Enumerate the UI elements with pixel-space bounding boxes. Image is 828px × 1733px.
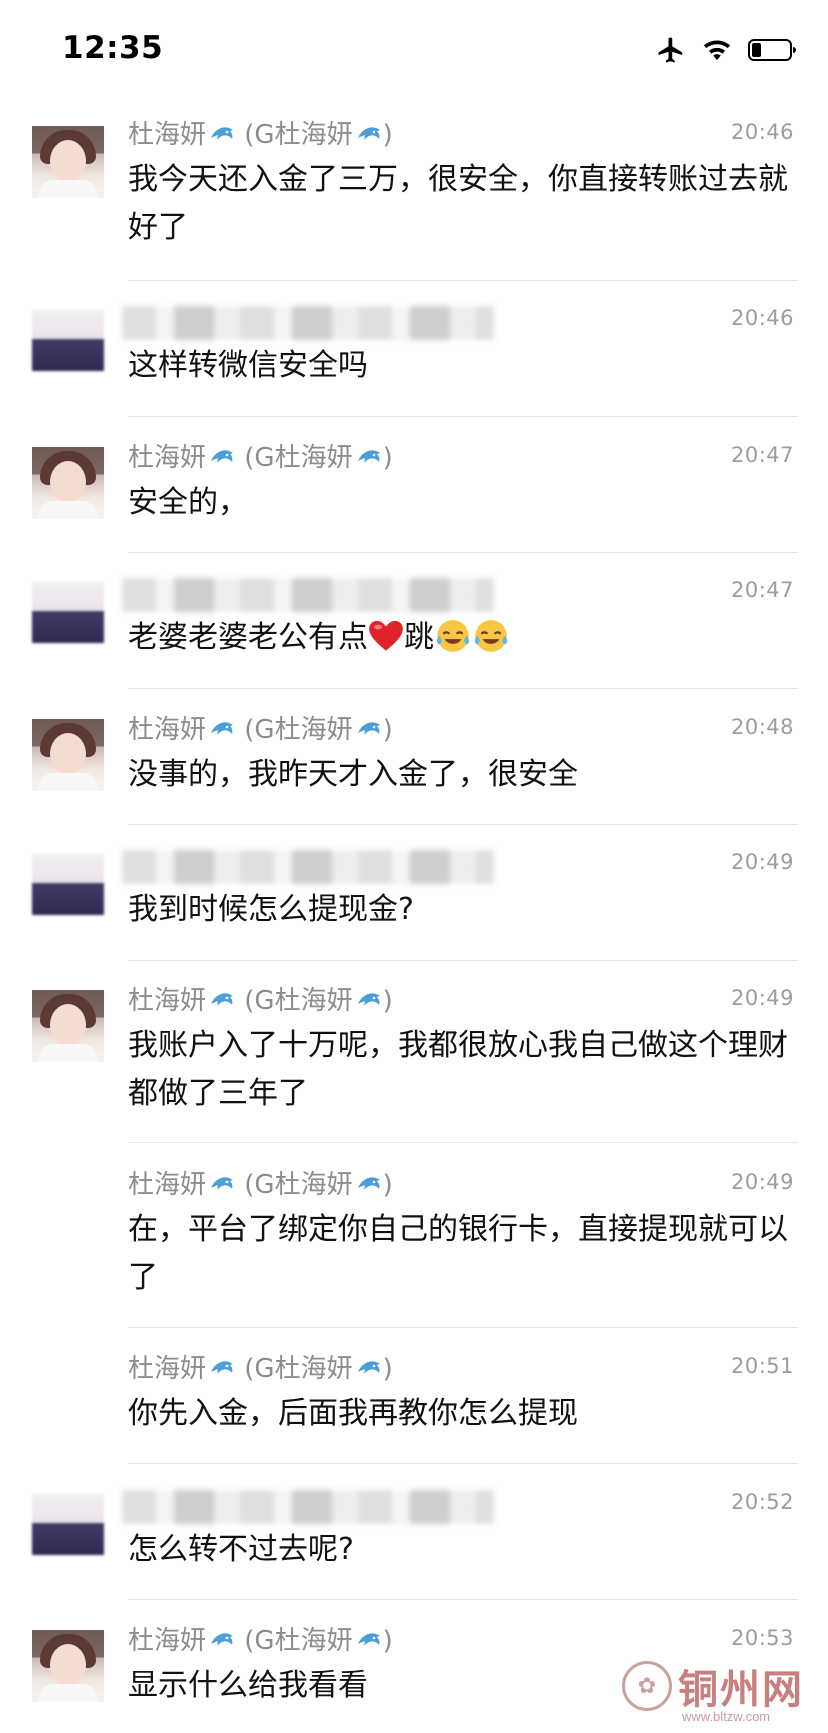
- message-text-part: 跳: [404, 620, 434, 655]
- avatar[interactable]: [32, 1494, 104, 1566]
- divider: [128, 552, 798, 553]
- dolphin-icon: [211, 1633, 234, 1646]
- divider: [128, 1327, 798, 1328]
- dolphin-icon: [357, 1633, 380, 1646]
- avatar[interactable]: [32, 126, 104, 198]
- divider: [128, 1142, 798, 1143]
- dolphin-icon: [211, 450, 234, 463]
- message-time: 20:53: [730, 1626, 794, 1650]
- avatar[interactable]: [32, 310, 104, 382]
- dolphin-icon: [211, 722, 234, 735]
- heart-emoji: [369, 620, 403, 651]
- crying-laughing-emoji: [436, 620, 470, 652]
- blurred-sender-name: [122, 306, 494, 340]
- dolphin-icon: [357, 1177, 380, 1190]
- avatar[interactable]: [32, 719, 104, 791]
- dolphin-icon: [357, 722, 380, 735]
- divider: [128, 688, 798, 689]
- chat-message-list[interactable]: 杜海妍 (G杜海妍) 20:46 我今天还入金了三万，很安全，你直接转账过去就好…: [0, 0, 828, 1733]
- divider: [128, 960, 798, 961]
- divider: [128, 1599, 798, 1600]
- message-time: 20:49: [730, 986, 794, 1010]
- dolphin-icon: [211, 127, 234, 140]
- sender-name[interactable]: 杜海妍 (G杜海妍): [128, 1168, 393, 1202]
- message-time: 20:52: [730, 1490, 794, 1514]
- message-text-part: 老婆老婆老公有点: [128, 620, 368, 655]
- message-text[interactable]: 我到时候怎么提现金?: [128, 886, 788, 934]
- avatar[interactable]: [32, 854, 104, 926]
- message-time: 20:47: [730, 578, 794, 602]
- message-time: 20:46: [730, 306, 794, 330]
- sender-name[interactable]: 杜海妍 (G杜海妍): [128, 118, 393, 152]
- avatar[interactable]: [32, 582, 104, 654]
- message-text[interactable]: 这样转微信安全吗: [128, 342, 788, 390]
- avatar[interactable]: [32, 447, 104, 519]
- crying-laughing-emoji: [474, 620, 508, 652]
- message-time: 20:49: [730, 850, 794, 874]
- site-watermark: ✿ 铜州网 www.bltzw.com: [620, 1657, 820, 1727]
- message-time: 20:48: [730, 715, 794, 739]
- sender-name[interactable]: 杜海妍 (G杜海妍): [128, 713, 393, 747]
- avatar[interactable]: [32, 1630, 104, 1702]
- message-time: 20:46: [730, 120, 794, 144]
- blurred-sender-name: [122, 1490, 494, 1524]
- dolphin-icon: [211, 993, 234, 1006]
- message-text[interactable]: 老婆老婆老公有点 跳: [128, 614, 788, 662]
- message-text[interactable]: 你先入金，后面我再教你怎么提现: [128, 1390, 788, 1438]
- dolphin-icon: [357, 127, 380, 140]
- message-text[interactable]: 没事的，我昨天才入金了，很安全: [128, 751, 788, 799]
- dolphin-icon: [357, 993, 380, 1006]
- dolphin-icon: [211, 1361, 234, 1374]
- divider: [128, 1463, 798, 1464]
- blurred-sender-name: [122, 850, 494, 884]
- message-text[interactable]: 在，平台了绑定你自己的银行卡，直接提现就可以了: [128, 1206, 788, 1302]
- sender-name[interactable]: 杜海妍 (G杜海妍): [128, 441, 393, 475]
- dolphin-icon: [357, 450, 380, 463]
- message-text[interactable]: 安全的，: [128, 479, 788, 527]
- dolphin-icon: [211, 1177, 234, 1190]
- message-time: 20:51: [730, 1354, 794, 1378]
- message-text[interactable]: 怎么转不过去呢?: [128, 1526, 788, 1574]
- watermark-name: 铜州网: [678, 1666, 804, 1713]
- message-text[interactable]: 我账户入了十万呢，我都很放心我自己做这个理财都做了三年了: [128, 1022, 788, 1118]
- watermark-seal-icon: ✿: [622, 1661, 672, 1711]
- sender-name[interactable]: 杜海妍 (G杜海妍): [128, 1624, 393, 1658]
- divider: [128, 416, 798, 417]
- dolphin-icon: [357, 1361, 380, 1374]
- message-text[interactable]: 我今天还入金了三万，很安全，你直接转账过去就好了: [128, 156, 788, 252]
- watermark-url: www.bltzw.com: [682, 1709, 771, 1724]
- divider: [128, 280, 798, 281]
- divider: [128, 824, 798, 825]
- avatar[interactable]: [32, 990, 104, 1062]
- message-time: 20:49: [730, 1170, 794, 1194]
- sender-name[interactable]: 杜海妍 (G杜海妍): [128, 1352, 393, 1386]
- blurred-sender-name: [122, 578, 494, 612]
- sender-name[interactable]: 杜海妍 (G杜海妍): [128, 984, 393, 1018]
- message-time: 20:47: [730, 443, 794, 467]
